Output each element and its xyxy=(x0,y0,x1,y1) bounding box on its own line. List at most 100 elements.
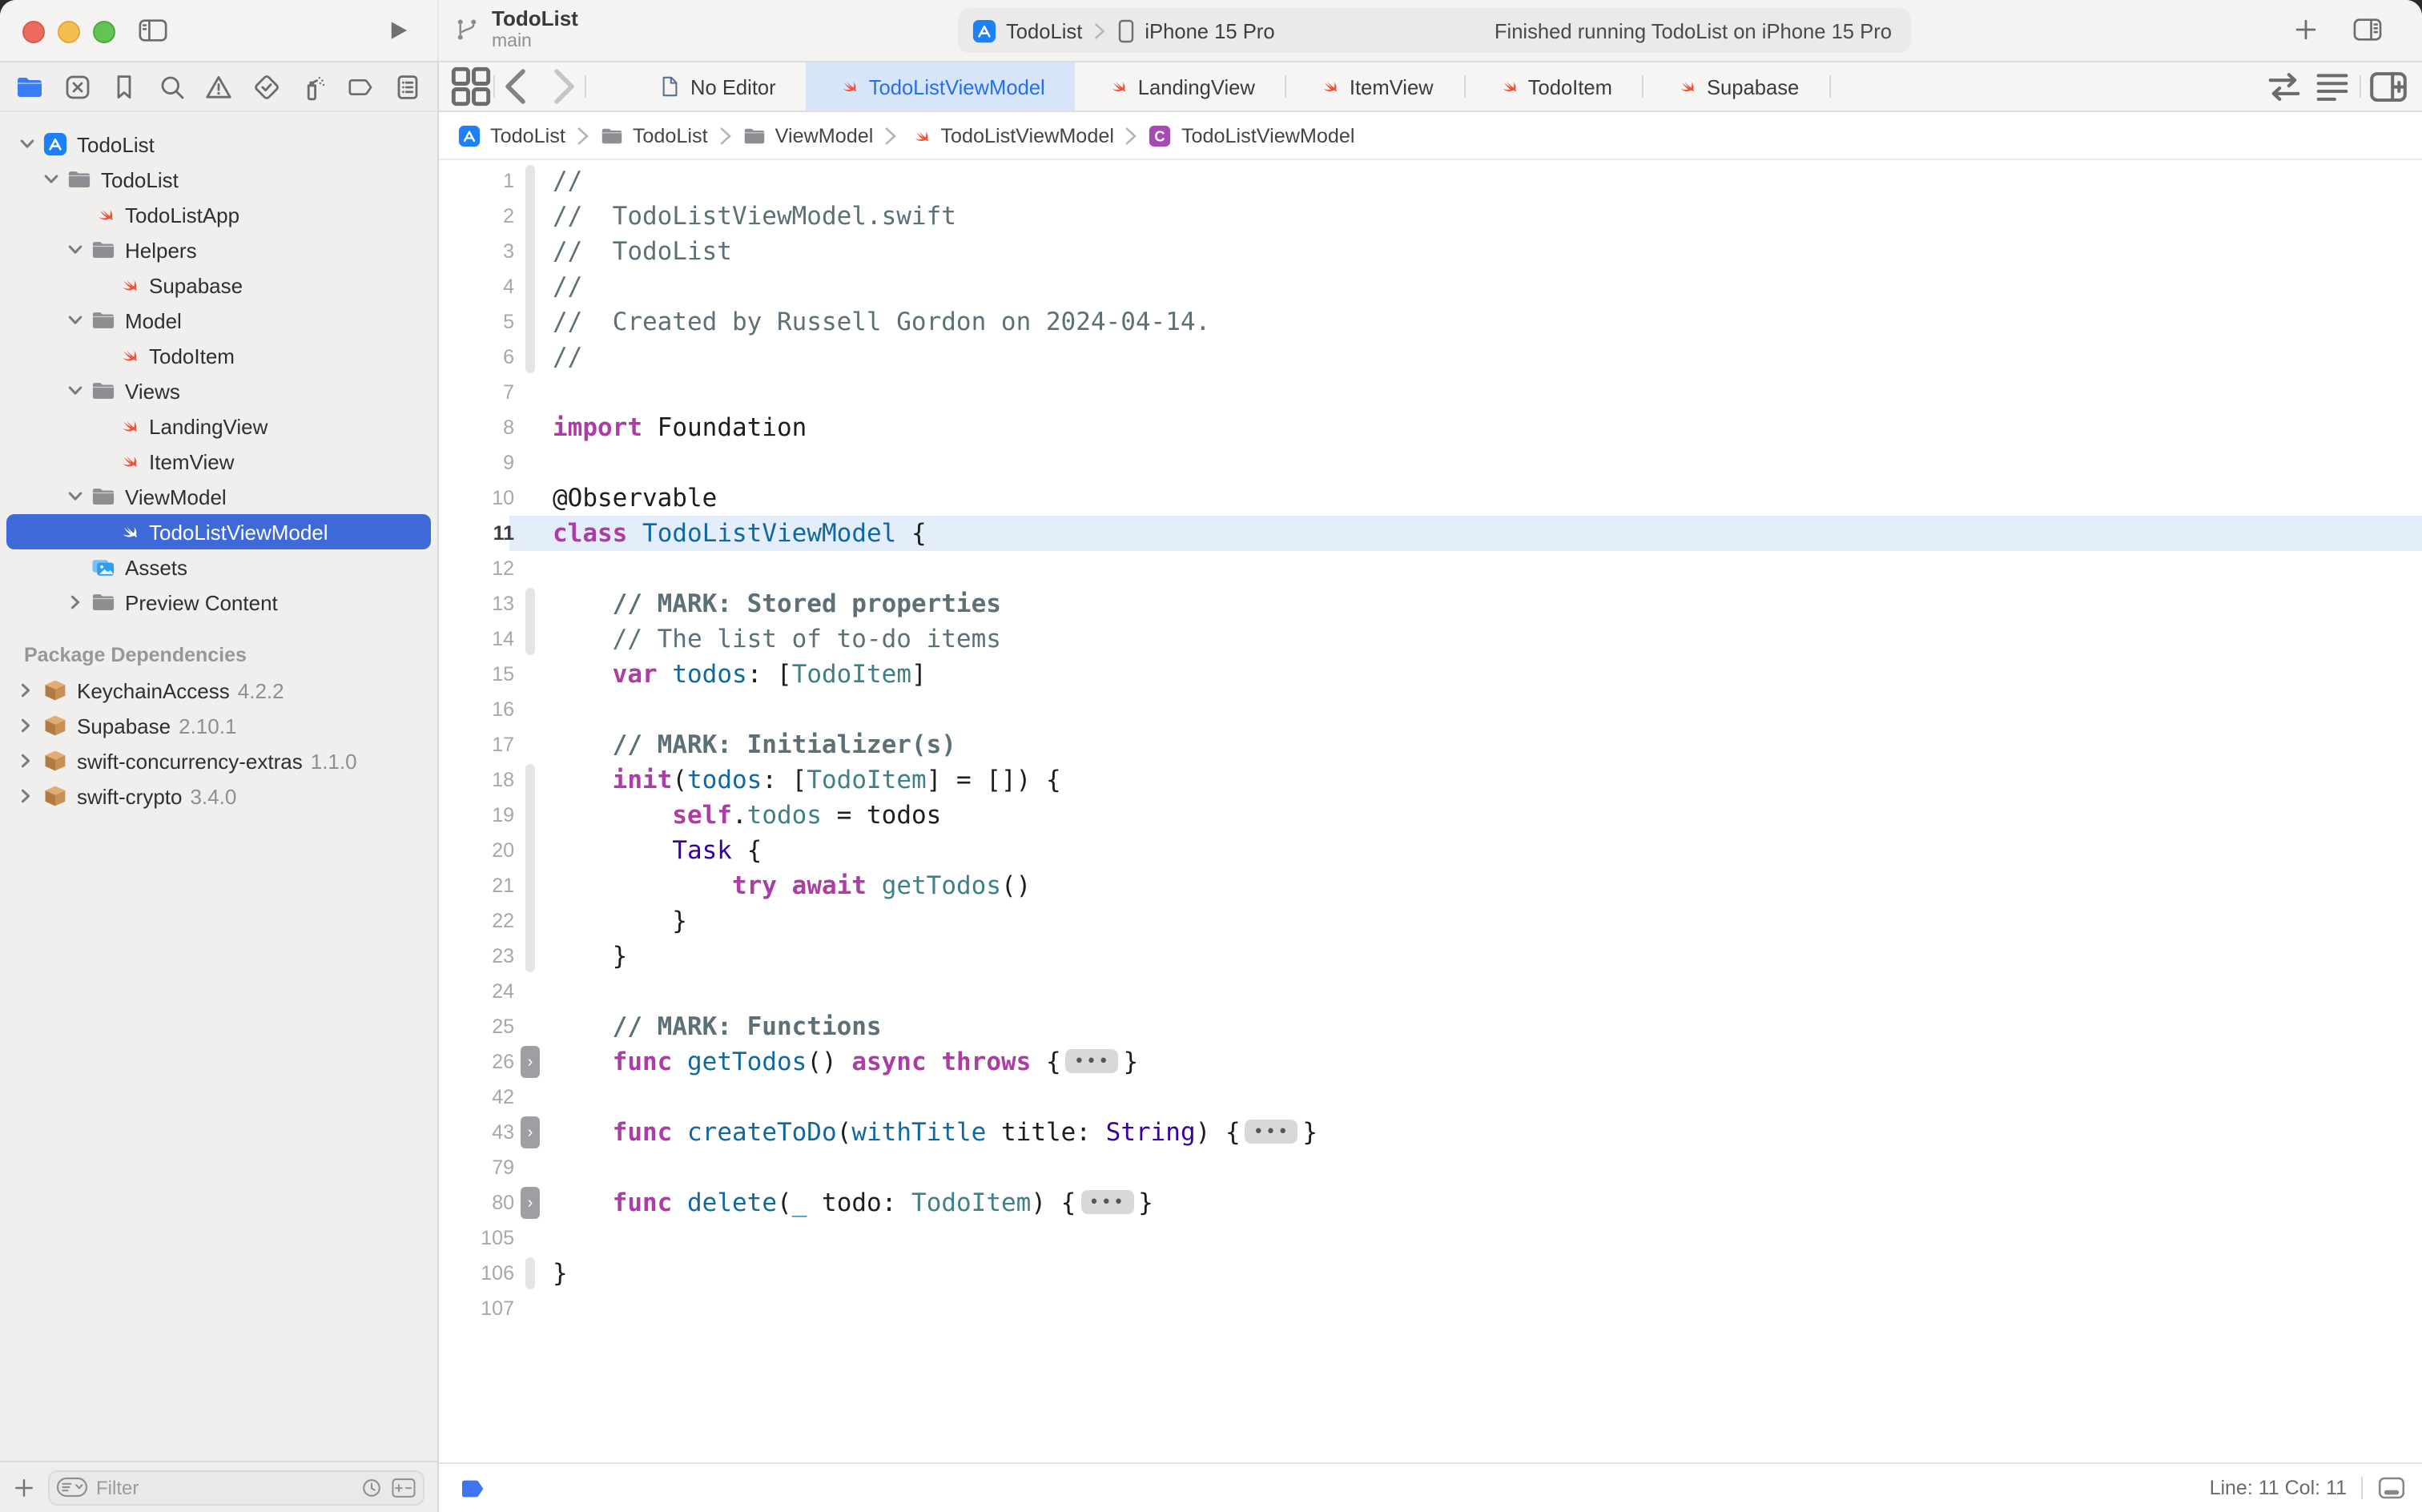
swift-file-icon xyxy=(1496,75,1519,98)
line-number: 19 xyxy=(439,798,514,833)
folded-code-ellipsis[interactable]: ••• xyxy=(1245,1120,1298,1144)
debug-navigator-icon[interactable] xyxy=(300,73,327,100)
add-new-file-icon[interactable] xyxy=(2294,18,2318,42)
related-items-icon[interactable] xyxy=(449,62,493,111)
code-line-9: 9 xyxy=(439,445,2422,481)
tests-navigator-icon[interactable] xyxy=(252,73,280,100)
fold-ribbon: › xyxy=(514,1185,546,1220)
go-back-icon[interactable] xyxy=(495,62,540,111)
breakpoints-navigator-icon[interactable] xyxy=(347,73,374,100)
tree-item-assets[interactable]: Assets xyxy=(0,549,437,585)
code-line-13: 13 // MARK: Stored properties xyxy=(439,586,2422,621)
tree-item-itemview[interactable]: ItemView xyxy=(0,444,437,479)
tree-item-todolist[interactable]: TodoList xyxy=(0,127,437,162)
go-forward-icon[interactable] xyxy=(540,62,585,111)
breadcrumb-viewmodel-2[interactable]: ViewModel xyxy=(743,124,874,147)
tree-item-todolistviewmodel[interactable]: TodoListViewModel xyxy=(0,514,437,549)
line-number: 7 xyxy=(439,375,514,410)
breadcrumb-todolist-0[interactable]: TodoList xyxy=(458,124,565,147)
code-line-4: 4// xyxy=(439,269,2422,304)
fold-ribbon xyxy=(514,1150,546,1185)
tab-supabase[interactable]: Supabase xyxy=(1644,62,1829,111)
tab-todoitem[interactable]: TodoItem xyxy=(1466,62,1643,111)
minimize-window-button[interactable] xyxy=(58,21,80,43)
code-line-10: 10@Observable xyxy=(439,481,2422,516)
tree-item-model[interactable]: Model xyxy=(0,303,437,338)
run-destination[interactable]: iPhone 15 Pro xyxy=(1145,18,1274,42)
source-editor: 1//2// TodoListViewModel.swift3// TodoLi… xyxy=(439,160,2422,1462)
breadcrumb-todolistviewmodel-3[interactable]: TodoListViewModel xyxy=(908,124,1114,147)
tab-landingview[interactable]: LandingView xyxy=(1076,62,1285,111)
tab-itemview[interactable]: ItemView xyxy=(1287,62,1464,111)
code-line-107: 107 xyxy=(439,1291,2422,1326)
run-button[interactable] xyxy=(386,18,410,43)
line-number: 8 xyxy=(439,410,514,445)
breadcrumb-todolistviewmodel-4[interactable]: CTodoListViewModel xyxy=(1149,124,1355,147)
find-navigator-icon[interactable] xyxy=(158,73,185,100)
toggle-debug-area-icon[interactable] xyxy=(2377,1475,2406,1501)
scm-status-filter-icon[interactable] xyxy=(391,1476,416,1498)
code-fold-button[interactable]: › xyxy=(521,1116,540,1148)
close-window-button[interactable] xyxy=(22,21,45,43)
project-navigator-icon[interactable] xyxy=(16,73,43,100)
swap-editor-icon[interactable] xyxy=(2263,66,2305,106)
breadcrumb-todolist-1[interactable]: TodoList xyxy=(601,124,708,147)
svg-text:C: C xyxy=(1155,127,1165,143)
tree-item-todolist[interactable]: TodoList xyxy=(0,162,437,197)
code-fold-button[interactable]: › xyxy=(521,1046,540,1078)
code-line-17: 17 // MARK: Initializer(s) xyxy=(439,727,2422,762)
tree-item-viewmodel[interactable]: ViewModel xyxy=(0,479,437,514)
tab-no-editor[interactable]: No Editor xyxy=(628,62,807,111)
tree-item-landingview[interactable]: LandingView xyxy=(0,408,437,444)
toggle-navigator-icon[interactable] xyxy=(138,16,168,45)
source-control-navigator-icon[interactable] xyxy=(63,73,91,100)
bookmarks-navigator-icon[interactable] xyxy=(111,73,138,100)
scheme-name[interactable]: TodoList xyxy=(1006,18,1082,42)
add-editor-icon[interactable] xyxy=(2368,66,2409,106)
fold-ribbon xyxy=(514,586,546,621)
code-line-20: 20 Task { xyxy=(439,833,2422,868)
line-number: 4 xyxy=(439,269,514,304)
fold-ribbon xyxy=(514,903,546,939)
tree-item-views[interactable]: Views xyxy=(0,373,437,408)
line-number: 18 xyxy=(439,762,514,798)
fold-ribbon xyxy=(514,551,546,586)
tab-todolistviewmodel[interactable]: TodoListViewModel xyxy=(807,62,1076,111)
package-item-keychainaccess[interactable]: KeychainAccess4.2.2 xyxy=(0,673,437,708)
swift-icon xyxy=(908,124,931,147)
reports-navigator-icon[interactable] xyxy=(394,73,421,100)
filter-field[interactable]: Filter xyxy=(48,1470,424,1505)
breakpoints-toggle-icon[interactable] xyxy=(461,1478,485,1498)
app-scheme-icon xyxy=(972,18,996,42)
code-line-12: 12 xyxy=(439,551,2422,586)
code-line-11: 11class TodoListViewModel { xyxy=(439,516,2422,551)
issues-navigator-icon[interactable] xyxy=(205,73,232,100)
package-item-swift-concurrency-extras[interactable]: swift-concurrency-extras1.1.0 xyxy=(0,743,437,778)
package-item-supabase[interactable]: Supabase2.10.1 xyxy=(0,708,437,743)
tree-item-helpers[interactable]: Helpers xyxy=(0,232,437,267)
code-fold-button[interactable]: › xyxy=(521,1187,540,1219)
folded-code-ellipsis[interactable]: ••• xyxy=(1080,1190,1133,1214)
line-number: 10 xyxy=(439,481,514,516)
package-item-swift-crypto[interactable]: swift-crypto3.4.0 xyxy=(0,778,437,814)
fold-ribbon xyxy=(514,868,546,903)
chevron-right-icon xyxy=(1092,22,1106,39)
recent-files-clock-icon[interactable] xyxy=(360,1476,383,1498)
code-line-19: 19 self.todos = todos xyxy=(439,798,2422,833)
fold-ribbon xyxy=(514,481,546,516)
folded-code-ellipsis[interactable]: ••• xyxy=(1066,1049,1119,1073)
filter-menu-icon[interactable] xyxy=(56,1477,88,1498)
zoom-window-button[interactable] xyxy=(93,21,115,43)
add-item-icon[interactable] xyxy=(13,1476,35,1498)
tree-item-todolistapp[interactable]: TodoListApp xyxy=(0,197,437,232)
git-branch-name: main xyxy=(492,32,578,53)
line-number: 106 xyxy=(439,1256,514,1291)
code-line-18: 18 init(todos: [TodoItem] = []) { xyxy=(439,762,2422,798)
fold-ribbon xyxy=(514,516,546,551)
toggle-inspector-icon[interactable] xyxy=(2352,16,2384,43)
adjust-editor-options-icon[interactable] xyxy=(2311,66,2353,106)
tree-item-todoitem[interactable]: TodoItem xyxy=(0,338,437,373)
tree-item-supabase[interactable]: Supabase xyxy=(0,267,437,303)
fold-ribbon xyxy=(514,657,546,692)
tree-item-preview-content[interactable]: Preview Content xyxy=(0,585,437,620)
